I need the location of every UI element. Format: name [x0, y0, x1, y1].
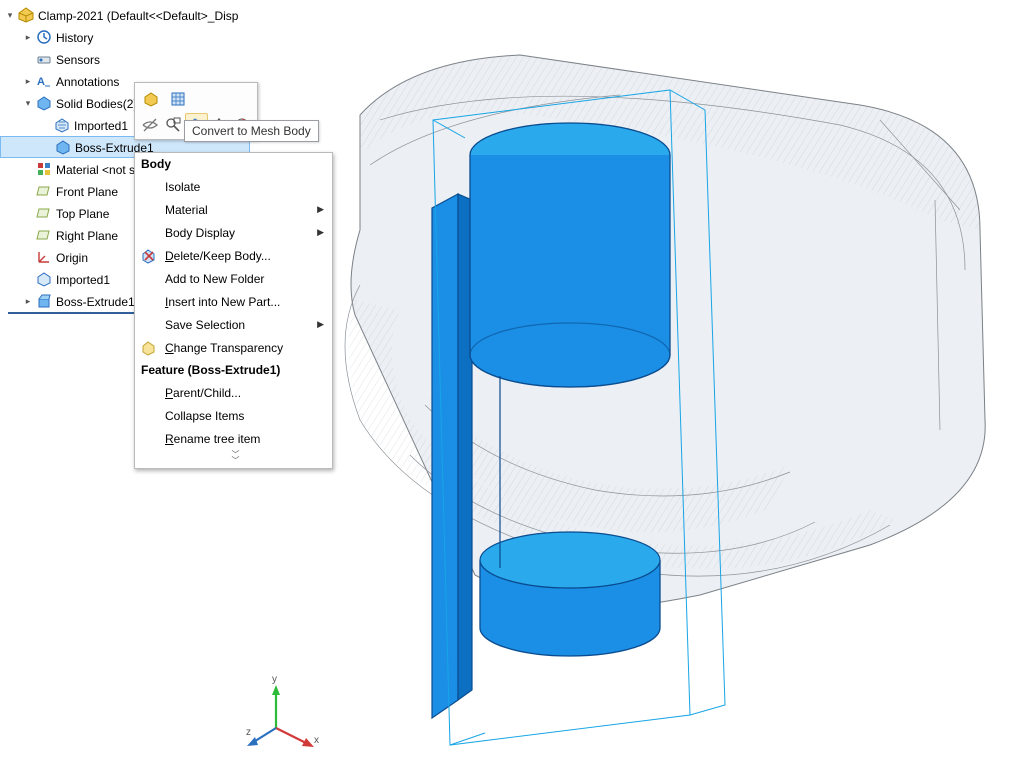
- svg-text:A: A: [37, 76, 45, 88]
- expander-icon[interactable]: ▸: [22, 295, 34, 307]
- menu-label: Add to New Folder: [165, 272, 264, 286]
- context-menu-header-body: Body: [135, 153, 332, 175]
- tree-label: Solid Bodies(2): [56, 96, 137, 111]
- menu-label: Delete/Keep Body...: [165, 249, 271, 263]
- hide-icon[interactable]: [139, 113, 162, 137]
- menu-label: Save Selection: [165, 318, 245, 332]
- triad-y-label: y: [272, 674, 277, 685]
- tree-label: Boss-Extrude1: [56, 294, 135, 309]
- part-icon: [18, 7, 34, 23]
- imported-feature-icon: [36, 271, 52, 287]
- plane-icon: [36, 183, 52, 199]
- menu-expand-chevrons[interactable]: ﹀﹀: [135, 450, 332, 468]
- menu-delete-keep-body[interactable]: Delete/Keep Body...: [135, 244, 332, 267]
- menu-label: Isolate: [165, 180, 200, 194]
- solid-bodies-icon: [36, 95, 52, 111]
- expander-icon[interactable]: ▸: [22, 75, 34, 87]
- expander-icon[interactable]: ▾: [22, 97, 34, 109]
- menu-label: Body Display: [165, 226, 235, 240]
- menu-body-display[interactable]: Body Display ▶: [135, 221, 332, 244]
- menu-label: Change Transparency: [165, 341, 283, 355]
- menu-collapse-items[interactable]: Collapse Items: [135, 404, 332, 427]
- tree-label: History: [56, 30, 93, 45]
- submenu-arrow-icon: ▶: [317, 204, 324, 215]
- rollback-bar[interactable]: [8, 312, 138, 314]
- annotations-icon: A: [36, 73, 52, 89]
- submenu-arrow-icon: ▶: [317, 319, 324, 330]
- part-title: Clamp-2021 (Default<<Default>_Disp: [38, 8, 238, 23]
- menu-material[interactable]: Material ▶: [135, 198, 332, 221]
- feature-properties-icon[interactable]: [139, 87, 165, 111]
- plane-icon: [36, 205, 52, 221]
- menu-insert-new-part[interactable]: Insert into New Part...: [135, 290, 332, 313]
- tree-label: Front Plane: [56, 184, 118, 199]
- menu-isolate[interactable]: Isolate: [135, 175, 332, 198]
- tooltip-convert-mesh: Convert to Mesh Body: [184, 120, 319, 142]
- solid-body-icon: [55, 139, 71, 155]
- menu-label: Rename tree item: [165, 432, 260, 446]
- expander-icon[interactable]: ▾: [4, 9, 16, 21]
- transparency-icon: [141, 340, 157, 356]
- expander-icon[interactable]: ▸: [22, 31, 34, 43]
- tree-label: Imported1: [56, 272, 110, 287]
- tree-history[interactable]: ▸ History: [0, 26, 250, 48]
- tree-label: Origin: [56, 250, 88, 265]
- material-icon: [36, 161, 52, 177]
- orientation-triad[interactable]: y x z: [246, 673, 326, 753]
- menu-parent-child[interactable]: Parent/Child...: [135, 381, 332, 404]
- menu-rename-tree-item[interactable]: Rename tree item: [135, 427, 332, 450]
- triad-x-label: x: [314, 735, 319, 746]
- sensors-icon: [36, 51, 52, 67]
- tree-sensors[interactable]: Sensors: [0, 48, 250, 70]
- menu-save-selection[interactable]: Save Selection ▶: [135, 313, 332, 336]
- submenu-arrow-icon: ▶: [317, 227, 324, 238]
- tree-label: Sensors: [56, 52, 100, 67]
- menu-label: Material: [165, 203, 208, 217]
- triad-z-label: z: [246, 727, 251, 738]
- zoom-selection-icon[interactable]: [162, 113, 185, 137]
- boss-extrude-icon: [36, 293, 52, 309]
- delete-body-icon: [141, 248, 157, 264]
- mesh-preview-icon[interactable]: [165, 87, 191, 111]
- tree-label: Annotations: [56, 74, 119, 89]
- tree-label: Material <not sp: [56, 162, 142, 177]
- menu-label: Parent/Child...: [165, 386, 241, 400]
- origin-icon: [36, 249, 52, 265]
- context-menu: Body Isolate Material ▶ Body Display ▶ Del…: [134, 152, 333, 469]
- tree-label: Imported1: [74, 118, 128, 133]
- plane-icon: [36, 227, 52, 243]
- mesh-body-icon: [54, 117, 70, 133]
- menu-label: Insert into New Part...: [165, 295, 280, 309]
- tree-root-part[interactable]: ▾ Clamp-2021 (Default<<Default>_Disp: [0, 4, 250, 26]
- menu-label: Collapse Items: [165, 409, 244, 423]
- tree-label: Top Plane: [56, 206, 109, 221]
- menu-add-new-folder[interactable]: Add to New Folder: [135, 267, 332, 290]
- tree-label: Right Plane: [56, 228, 118, 243]
- history-icon: [36, 29, 52, 45]
- menu-change-transparency[interactable]: Change Transparency: [135, 336, 332, 359]
- context-menu-header-feature: Feature (Boss-Extrude1): [135, 359, 332, 381]
